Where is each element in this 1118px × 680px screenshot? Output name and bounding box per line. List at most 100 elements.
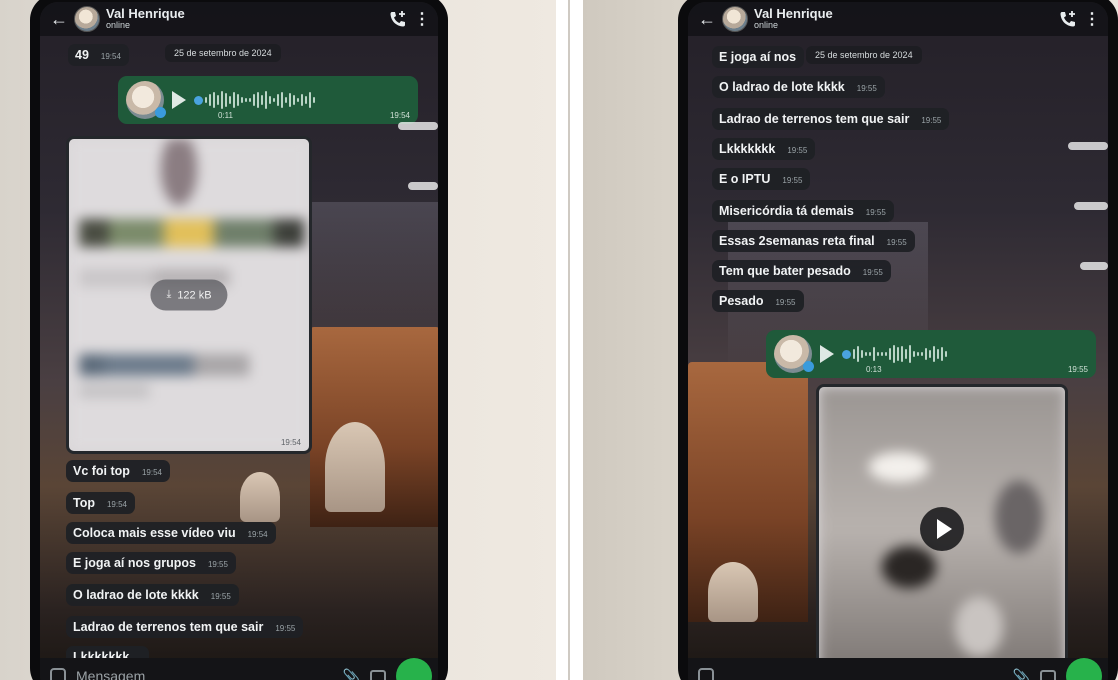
message-bubble[interactable]: Essas 2semanas reta final 19:55	[712, 230, 915, 252]
mic-button[interactable]	[1066, 658, 1102, 680]
date-chip: 25 de setembro de 2024	[806, 46, 922, 64]
photo-divider	[568, 0, 570, 680]
voice-message[interactable]: 0:13 19:55	[766, 330, 1096, 378]
date-chip: 25 de setembro de 2024	[165, 44, 281, 62]
message-bubble[interactable]: Misericórdia tá demais 19:55	[712, 200, 894, 222]
right-photo: ← Val Henrique online ⋮ E joga aí nos 25…	[583, 0, 1118, 680]
message-time: 19:55	[775, 298, 796, 307]
back-arrow-icon[interactable]: ←	[50, 10, 68, 28]
voice-message[interactable]: 0:11 19:54	[118, 76, 418, 124]
download-button[interactable]: ⤓ 122 kB	[150, 279, 228, 311]
phone-frame-left: ← Val Henrique online ⋮ 49 19:54 25 de s…	[30, 0, 448, 680]
message-time: 19:55	[865, 208, 886, 217]
message-text: E joga aí nos grupos	[73, 556, 196, 570]
message-time: 19:55	[921, 116, 942, 125]
message-time: 19:55	[856, 84, 877, 93]
emoji-icon[interactable]	[50, 668, 66, 680]
chat-header: ← Val Henrique online ⋮	[40, 2, 438, 36]
play-icon[interactable]	[172, 91, 186, 109]
glare	[1074, 202, 1108, 210]
video-play-button[interactable]	[920, 507, 964, 551]
mic-icon	[155, 107, 166, 118]
message-bubble[interactable]: O ladrao de lote kkkk 19:55	[712, 76, 885, 98]
glare	[408, 182, 438, 190]
message-text: Pesado	[719, 294, 764, 308]
message-text: E o IPTU	[719, 172, 771, 186]
message-bubble[interactable]: Lkkkkkkk 19:55	[712, 138, 816, 160]
voice-duration: 0:13	[866, 365, 882, 374]
contact-info[interactable]: Val Henrique online	[754, 7, 833, 30]
voice-time: 19:54	[389, 111, 410, 120]
mic-button[interactable]	[396, 658, 432, 680]
glare	[1068, 142, 1108, 150]
attach-icon[interactable]: 📎	[1013, 668, 1030, 680]
seek-knob[interactable]	[194, 95, 203, 105]
contact-name: Val Henrique	[106, 6, 185, 22]
message-text: O ladrao de lote kkkk	[719, 80, 845, 94]
emoji-icon[interactable]	[698, 668, 714, 680]
video-message[interactable]	[816, 384, 1068, 674]
voice-sender-avatar	[774, 335, 814, 373]
call-add-icon[interactable]	[388, 9, 408, 29]
back-arrow-icon[interactable]: ←	[698, 10, 716, 28]
more-vert-icon[interactable]: ⋮	[414, 9, 430, 29]
message-time: 19:55	[886, 238, 907, 247]
message-text: Vc foi top	[73, 464, 130, 478]
message-bubble[interactable]: E o IPTU 19:55	[712, 168, 811, 190]
message-bubble[interactable]: Tem que bater pesado 19:55	[712, 260, 891, 282]
message-text: E joga aí nos	[719, 50, 797, 64]
contact-avatar[interactable]	[722, 6, 748, 32]
message-input[interactable]	[76, 668, 333, 680]
call-add-icon[interactable]	[1058, 9, 1078, 29]
message-text: O ladrao de lote kkkk	[73, 588, 199, 602]
more-vert-icon[interactable]: ⋮	[1084, 9, 1100, 29]
message-bubble[interactable]: E joga aí nos grupos 19:55	[66, 552, 236, 574]
message-input[interactable]	[724, 668, 1003, 680]
voice-waveform[interactable]	[842, 343, 1088, 365]
message-bubble[interactable]: Top 19:54	[66, 492, 136, 514]
voice-time: 19:55	[1067, 365, 1088, 374]
message-text: 49	[75, 48, 89, 62]
contact-name: Val Henrique	[754, 6, 833, 22]
message-bubble[interactable]: Vc foi top 19:54	[66, 460, 170, 482]
image-message[interactable]: ⤓ 122 kB 19:54	[66, 136, 312, 454]
message-text: Lkkkkkkk	[719, 142, 776, 156]
message-time: 19:54	[100, 52, 121, 61]
chat-screen-left: ← Val Henrique online ⋮ 49 19:54 25 de s…	[40, 2, 438, 680]
contact-status: online	[106, 20, 131, 31]
message-time: 19:55	[862, 268, 883, 277]
play-icon[interactable]	[820, 345, 834, 363]
camera-icon[interactable]	[1040, 669, 1056, 680]
contact-info[interactable]: Val Henrique online	[106, 7, 185, 30]
chat-header: ← Val Henrique online ⋮	[688, 2, 1108, 36]
attach-icon[interactable]: 📎	[343, 668, 360, 680]
message-bubble[interactable]: E joga aí nos	[712, 46, 805, 68]
message-text: Misericórdia tá demais	[719, 204, 854, 218]
message-time: 19:54	[106, 500, 128, 509]
message-time: 19:55	[787, 146, 808, 155]
message-bubble[interactable]: Coloca mais esse vídeo viu 19:54	[66, 522, 276, 544]
message-time: 19:54	[247, 530, 268, 539]
message-bubble[interactable]: O ladrao de lote kkkk 19:55	[66, 584, 239, 606]
message-bubble[interactable]: Pesado 19:55	[712, 290, 804, 312]
glare	[398, 122, 438, 130]
message-composer: 📎	[688, 658, 1108, 680]
message-list: 49 19:54 25 de setembro de 2024 0:11 19:…	[40, 36, 438, 668]
chat-screen-right: ← Val Henrique online ⋮ E joga aí nos 25…	[688, 2, 1108, 680]
phone-frame-right: ← Val Henrique online ⋮ E joga aí nos 25…	[678, 0, 1118, 680]
message-bubble[interactable]: Ladrao de terrenos tem que sair 19:55	[66, 616, 304, 638]
message-bubble[interactable]: 49 19:54	[68, 44, 129, 66]
seek-knob[interactable]	[842, 349, 851, 359]
voice-waveform[interactable]	[194, 89, 410, 111]
message-text: Essas 2semanas reta final	[719, 234, 875, 248]
message-time: 19:55	[275, 624, 296, 633]
message-time: 19:55	[207, 560, 228, 569]
message-time: 19:55	[210, 592, 231, 601]
contact-avatar[interactable]	[74, 6, 100, 32]
message-bubble[interactable]: Ladrao de terrenos tem que sair 19:55	[712, 108, 950, 130]
camera-icon[interactable]	[370, 669, 386, 680]
voice-sender-avatar	[126, 81, 166, 119]
message-text: Tem que bater pesado	[719, 264, 851, 278]
message-text: Ladrao de terrenos tem que sair	[719, 112, 910, 126]
message-time: 19:54	[141, 468, 162, 477]
